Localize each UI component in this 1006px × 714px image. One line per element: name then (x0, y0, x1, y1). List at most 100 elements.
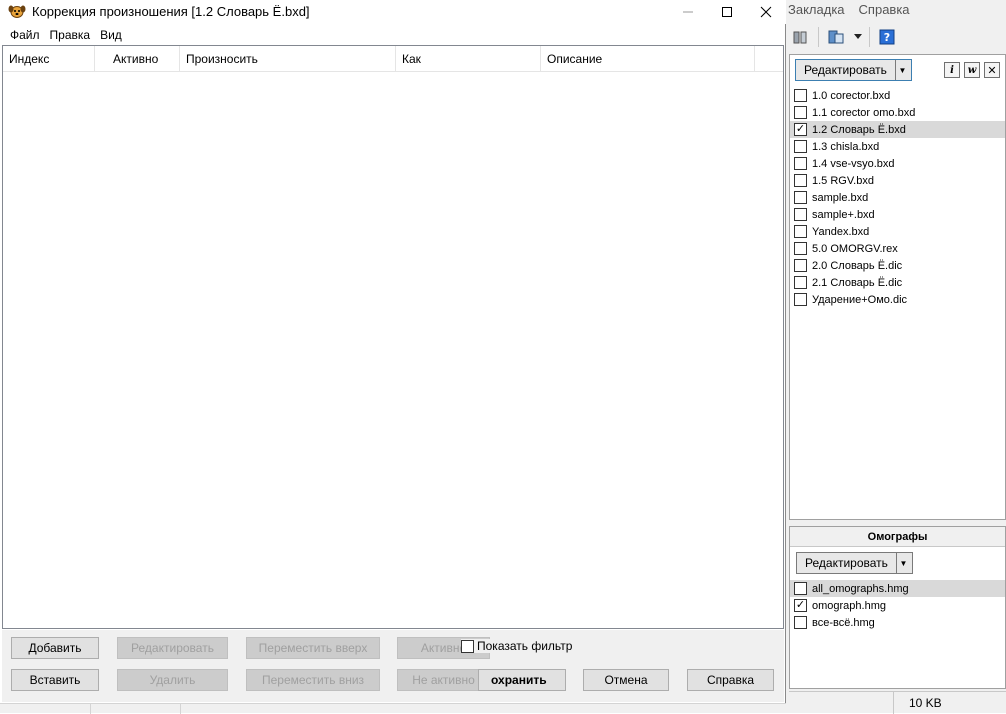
list-item[interactable]: Ударение+Омо.dic (790, 291, 1005, 308)
show-filter-checkbox[interactable]: Показать фильтр (461, 639, 573, 653)
list-item[interactable]: 2.0 Словарь Ё.dic (790, 257, 1005, 274)
app-dog-icon (8, 5, 26, 18)
svg-text:?: ? (884, 31, 890, 44)
close-icon[interactable]: ✕ (984, 62, 1000, 78)
dialog-statusbar (0, 703, 786, 714)
help-icon[interactable]: ? (876, 26, 898, 48)
chevron-down-icon: ▼ (894, 60, 909, 80)
list-item[interactable]: все-всё.hmg (790, 614, 1005, 631)
list-item[interactable]: all_omographs.hmg (790, 580, 1005, 597)
dictionary-icon[interactable] (825, 26, 847, 48)
checked-checkbox-icon[interactable]: ✓ (794, 123, 807, 136)
checkbox-icon[interactable] (794, 208, 807, 221)
word-icon[interactable]: w (964, 62, 980, 78)
corrections-list[interactable]: Индекс Активно Произносить Как Описание (2, 45, 784, 629)
cancel-button[interactable]: Отмена (583, 669, 669, 691)
checkbox-icon[interactable] (794, 582, 807, 595)
checkbox-icon[interactable] (794, 259, 807, 272)
list-item[interactable]: sample+.bxd (790, 206, 1005, 223)
list-item[interactable]: 1.1 corector omo.bxd (790, 104, 1005, 121)
edit-button[interactable]: Редактировать (117, 637, 228, 659)
omographs-list: all_omographs.hmg ✓ omograph.hmg все-всё.hm… (790, 580, 1005, 631)
list-item-label: Ударение+Омо.dic (812, 293, 908, 306)
list-item[interactable]: Yandex.bxd (790, 223, 1005, 240)
checkbox-icon[interactable] (794, 191, 807, 204)
column-pronounce[interactable]: Произносить (180, 46, 396, 72)
menu-view[interactable]: Вид (96, 28, 128, 42)
checkbox-icon[interactable] (461, 639, 474, 653)
window-title: Коррекция произношения [1.2 Словарь Ё.bx… (32, 4, 310, 19)
list-item[interactable]: ✓ 1.2 Словарь Ё.bxd (790, 121, 1005, 138)
chevron-down-icon[interactable] (853, 26, 863, 48)
list-item[interactable]: 5.0 OMORGV.rex (790, 240, 1005, 257)
menu-edit[interactable]: Правка (46, 28, 97, 42)
column-as[interactable]: Как (396, 46, 541, 72)
list-header: Индекс Активно Произносить Как Описание (3, 46, 783, 72)
deactivate-button[interactable]: Не активно (397, 669, 490, 691)
checkbox-icon[interactable] (794, 89, 807, 102)
checkbox-icon[interactable] (794, 616, 807, 629)
list-item-label: all_omographs.hmg (812, 582, 909, 595)
dictionary-list: 1.0 corector.bxd 1.1 corector omo.bxd ✓ 1.2… (790, 87, 1005, 308)
checkbox-icon[interactable] (794, 225, 807, 238)
move-down-button[interactable]: Переместить вниз (246, 669, 380, 691)
library-icon[interactable] (790, 26, 812, 48)
checkbox-icon[interactable] (794, 276, 807, 289)
checked-checkbox-icon[interactable]: ✓ (794, 599, 807, 612)
add-button[interactable]: Добавить (11, 637, 99, 659)
info-icon[interactable]: i (944, 62, 960, 78)
move-up-button[interactable]: Переместить вверх (246, 637, 380, 659)
edit-dropdown-label: Редактировать (804, 63, 887, 77)
list-item-label: 5.0 OMORGV.rex (812, 242, 898, 255)
omographs-edit-dropdown[interactable]: Редактировать ▼ (796, 552, 913, 574)
status-size: 10 KB (909, 696, 942, 710)
minimize-icon[interactable] (666, 0, 710, 24)
delete-button[interactable]: Удалить (117, 669, 228, 691)
edit-dropdown[interactable]: Редактировать ▼ (795, 59, 912, 81)
checkbox-icon[interactable] (794, 242, 807, 255)
checkbox-icon[interactable] (794, 174, 807, 187)
list-item-label: 1.1 corector omo.bxd (812, 106, 916, 119)
help-button[interactable]: Справка (687, 669, 774, 691)
list-item[interactable]: 1.5 RGV.bxd (790, 172, 1005, 189)
list-item[interactable]: 1.0 corector.bxd (790, 87, 1005, 104)
menu-file[interactable]: Файл (0, 28, 46, 42)
show-filter-label: Показать фильтр (477, 639, 573, 653)
maximize-icon[interactable] (705, 0, 749, 24)
column-active[interactable]: Активно (95, 46, 180, 72)
insert-button[interactable]: Вставить (11, 669, 99, 691)
column-description[interactable]: Описание (541, 46, 755, 72)
list-item[interactable]: 1.3 chisla.bxd (790, 138, 1005, 155)
list-item-label: sample.bxd (812, 191, 869, 204)
bg-menu-bookmark[interactable]: Закладка (788, 2, 845, 17)
column-index[interactable]: Индекс (3, 46, 95, 72)
save-button[interactable]: охранить (478, 669, 566, 691)
list-item[interactable]: ✓ omograph.hmg (790, 597, 1005, 614)
dictionaries-panel: Редактировать ▼ i w ✕ 1.0 corector.bxd 1.… (789, 54, 1006, 520)
checkbox-icon[interactable] (794, 293, 807, 306)
status-divider (893, 692, 894, 714)
bg-menu-help[interactable]: Справка (859, 2, 910, 17)
bg-menubar: Закладка Справка (788, 0, 910, 18)
checkbox-icon[interactable] (794, 157, 807, 170)
toolbar-separator (869, 27, 870, 47)
list-item-label: 1.2 Словарь Ё.bxd (812, 123, 906, 136)
checkbox-icon[interactable] (794, 140, 807, 153)
omographs-panel: Омографы Редактировать ▼ all_omographs.h… (789, 526, 1006, 689)
list-item-label: 1.0 corector.bxd (812, 89, 891, 102)
list-item-label: sample+.bxd (812, 208, 875, 221)
list-item[interactable]: sample.bxd (790, 189, 1005, 206)
pronunciation-dialog: Коррекция произношения [1.2 Словарь Ё.bx… (0, 0, 788, 714)
list-item-label: 2.1 Словарь Ё.dic (812, 276, 903, 289)
list-item-label: 2.0 Словарь Ё.dic (812, 259, 903, 272)
bg-toolbar: ? (788, 22, 1006, 52)
list-item[interactable]: 1.4 vse-vsyo.bxd (790, 155, 1005, 172)
list-item-label: 1.5 RGV.bxd (812, 174, 874, 187)
bg-statusbar: 10 KB (789, 691, 1006, 714)
toolbar-separator (818, 27, 819, 47)
checkbox-icon[interactable] (794, 106, 807, 119)
omographs-title: Омографы (790, 527, 1005, 547)
chevron-down-icon: ▼ (895, 553, 910, 573)
list-item[interactable]: 2.1 Словарь Ё.dic (790, 274, 1005, 291)
close-icon[interactable] (744, 0, 788, 24)
